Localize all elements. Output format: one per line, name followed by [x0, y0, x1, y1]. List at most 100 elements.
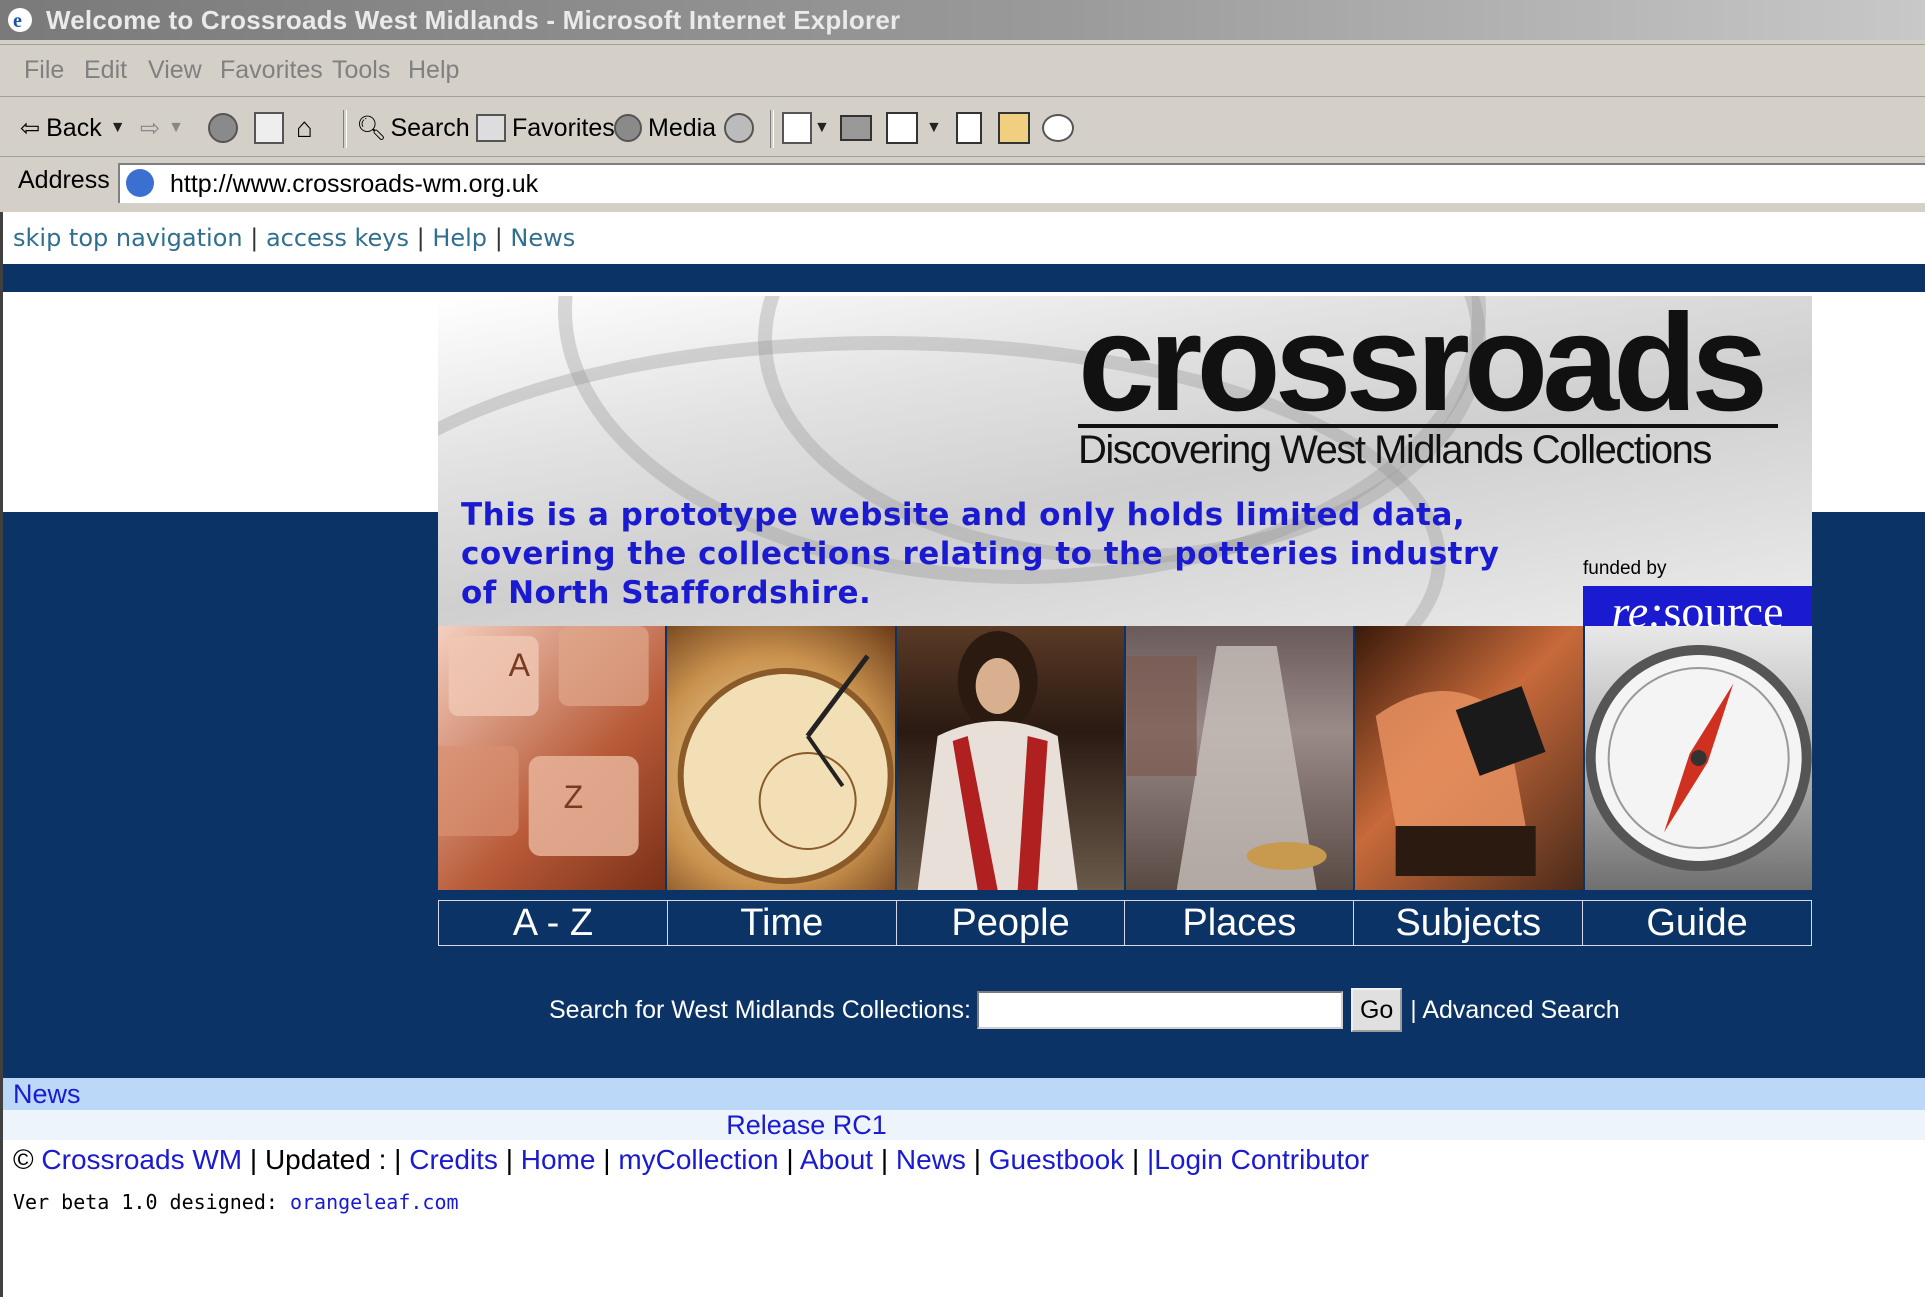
back-label: Back [46, 113, 102, 142]
access-keys-link[interactable]: access keys [266, 224, 409, 252]
menu-help[interactable]: Help [408, 56, 459, 85]
messenger-button[interactable] [1042, 108, 1074, 148]
print-button[interactable] [840, 108, 872, 148]
go-button[interactable]: Go [1350, 988, 1403, 1032]
banner: crossroads Discovering West Midlands Col… [438, 296, 1812, 626]
search-button[interactable]: 🔍︎ Search [356, 108, 470, 148]
discuss-icon [956, 112, 982, 144]
news-header: News [3, 1078, 1925, 1110]
back-button[interactable]: ⇦ Back ▼ [20, 108, 126, 148]
menu-favorites[interactable]: Favorites [220, 56, 323, 85]
section-az[interactable]: A - Z [439, 901, 668, 945]
divider [0, 96, 1925, 97]
site-tagline: Discovering West Midlands Collections [1078, 428, 1712, 472]
chevron-down-icon: ▼ [814, 119, 830, 136]
research-icon [998, 112, 1030, 144]
news-link[interactable]: News [510, 224, 575, 252]
ie-logo-icon: e [8, 8, 32, 32]
discuss-button[interactable] [956, 108, 982, 148]
footer-link-about[interactable]: About [800, 1144, 873, 1175]
footer-link-mycollection[interactable]: myCollection [618, 1144, 778, 1175]
footer-link-guestbook[interactable]: Guestbook [989, 1144, 1124, 1175]
people-portrait-image[interactable] [896, 626, 1126, 890]
page-icon [126, 169, 154, 197]
chevron-down-icon: ▼ [926, 119, 942, 136]
address-url: http://www.crossroads-wm.org.uk [170, 170, 539, 198]
site-logo[interactable]: crossroads [1078, 296, 1768, 443]
footer: © Crossroads WM | Updated : | Credits | … [13, 1144, 1370, 1175]
mail-icon [782, 112, 812, 144]
research-button[interactable] [998, 108, 1030, 148]
edit-button[interactable]: ▼ [886, 108, 942, 148]
svg-text:e: e [13, 10, 22, 32]
crossroads-wm-link[interactable]: Crossroads WM [41, 1144, 242, 1175]
places-kiln-image[interactable] [1125, 626, 1356, 890]
menu-edit[interactable]: Edit [84, 56, 127, 85]
prototype-notice: This is a prototype website and only hol… [461, 497, 1500, 611]
media-button[interactable]: Media [614, 108, 716, 148]
footer-link-credits[interactable]: Credits [409, 1144, 498, 1175]
svg-text:Z: Z [564, 779, 584, 815]
print-icon [840, 115, 872, 141]
version-line: Ver beta 1.0 designed: orangeleaf.com [13, 1190, 459, 1214]
news-item-row: Release RC1 [3, 1110, 1925, 1140]
menu-tools[interactable]: Tools [332, 56, 390, 85]
resource-logo[interactable]: re:source [1583, 586, 1812, 626]
copyright-symbol: © [13, 1144, 34, 1175]
section-time[interactable]: Time [668, 901, 897, 945]
section-nav: A - Z Time People Places Subjects Guide [438, 900, 1812, 946]
section-images: A Z [438, 626, 1812, 890]
window-title: Welcome to Crossroads West Midlands - Mi… [46, 5, 901, 35]
messenger-icon [1042, 114, 1074, 142]
stop-button[interactable] [208, 108, 244, 148]
section-people[interactable]: People [897, 901, 1126, 945]
address-input[interactable]: http://www.crossroads-wm.org.uk [118, 163, 1925, 203]
guide-compass-image[interactable] [1584, 626, 1812, 890]
skip-nav-link[interactable]: skip top navigation [13, 224, 243, 252]
designer-link[interactable]: orangeleaf.com [290, 1190, 459, 1214]
address-bar: Address http://www.crossroads-wm.org.uk [0, 158, 1925, 208]
search-input[interactable] [976, 991, 1343, 1029]
history-icon [724, 113, 754, 143]
section-subjects[interactable]: Subjects [1354, 901, 1584, 945]
subjects-pottery-image[interactable] [1355, 626, 1585, 890]
history-button[interactable] [724, 108, 760, 148]
word-icon [886, 112, 918, 144]
bottle-kiln-icon [1126, 646, 1327, 890]
menu-file[interactable]: File [24, 56, 64, 85]
media-icon [614, 114, 642, 142]
advanced-search-link[interactable]: | Advanced Search [1410, 996, 1619, 1025]
forward-button[interactable]: ⇨ ▼ [140, 108, 184, 148]
toolbar-separator [343, 110, 347, 148]
resource-logo-prefix: re: [1611, 586, 1664, 626]
refresh-button[interactable] [254, 108, 284, 148]
az-keyboard-image[interactable]: A Z [438, 626, 668, 890]
home-button[interactable]: ⌂ [296, 108, 313, 148]
news-heading: News [13, 1079, 81, 1109]
mail-button[interactable]: ▼ [782, 108, 830, 148]
keyboard-keys-icon: A Z [438, 626, 649, 856]
stop-icon [208, 113, 238, 143]
time-watch-image[interactable] [667, 626, 897, 890]
forward-arrow-icon: ⇨ [140, 114, 161, 142]
home-icon: ⌂ [296, 112, 313, 143]
portrait-icon [917, 631, 1078, 890]
back-arrow-icon: ⇦ [20, 114, 41, 142]
compass-icon [1585, 645, 1812, 871]
page-content: skip top navigation | access keys | Help… [0, 212, 1925, 1297]
section-places[interactable]: Places [1125, 901, 1355, 945]
toolbar-separator [770, 110, 774, 148]
section-guide[interactable]: Guide [1583, 901, 1811, 945]
footer-link-news[interactable]: News [896, 1144, 966, 1175]
refresh-icon [254, 112, 284, 144]
menu-view[interactable]: View [148, 56, 202, 85]
news-item-link[interactable]: Release RC1 [726, 1110, 887, 1140]
footer-link-home[interactable]: Home [521, 1144, 596, 1175]
login-contributor-link[interactable]: |Login Contributor [1147, 1144, 1369, 1175]
header-band [3, 264, 1925, 292]
pocket-watch-icon [677, 654, 894, 884]
version-text: Ver beta 1.0 designed: [13, 1190, 278, 1214]
chevron-down-icon: ▼ [109, 119, 126, 136]
favorites-button[interactable]: Favorites [476, 108, 615, 148]
help-link[interactable]: Help [432, 224, 487, 252]
